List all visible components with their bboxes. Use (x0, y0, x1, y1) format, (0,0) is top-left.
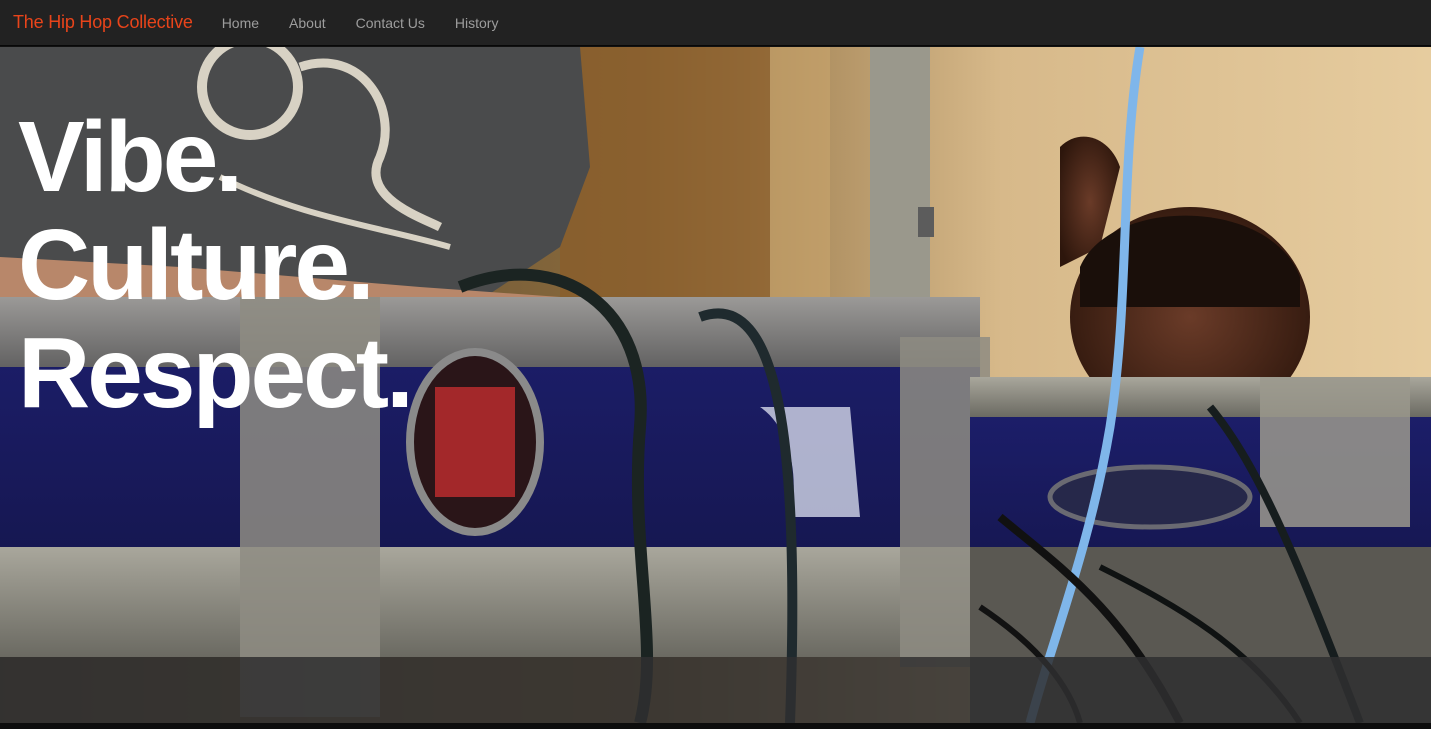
hero-headline: Vibe. Culture. Respect. (18, 101, 414, 429)
brand-link[interactable]: The Hip Hop Collective (13, 12, 193, 33)
hero-banner: Vibe. Culture. Respect. (0, 47, 1431, 723)
nav-link-about[interactable]: About (289, 15, 326, 31)
headline-line-vibe: Vibe. (18, 101, 243, 213)
top-navbar: The Hip Hop Collective Home About Contac… (0, 0, 1431, 46)
nav-link-history[interactable]: History (455, 15, 499, 31)
page-bottom-edge (0, 723, 1431, 729)
headline-line-respect: Respect. (18, 317, 414, 429)
nav-link-home[interactable]: Home (222, 15, 259, 31)
nav-link-contact-us[interactable]: Contact Us (356, 15, 425, 31)
headline-line-culture: Culture. (18, 209, 375, 321)
